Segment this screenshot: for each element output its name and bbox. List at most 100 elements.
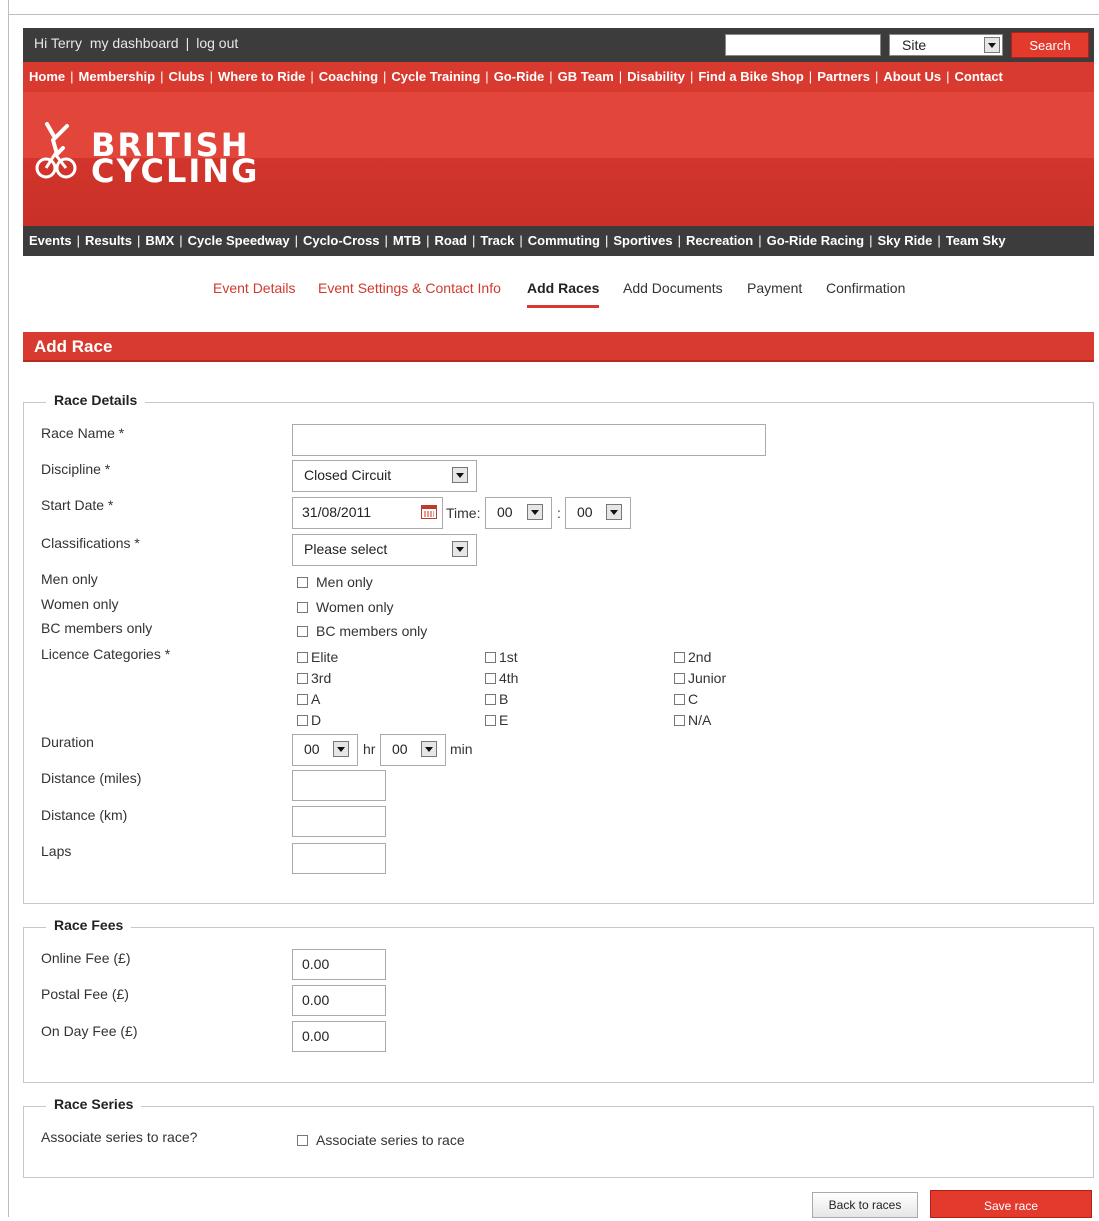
licence-checkbox-3rd[interactable]: 3rd [297, 670, 331, 686]
events-nav-link-cyclo-cross[interactable]: Cyclo-Cross [303, 233, 380, 248]
checkbox-icon [485, 673, 496, 684]
licence-checkbox-elite[interactable]: Elite [297, 649, 338, 665]
checkbox-icon [485, 715, 496, 726]
nav-separator: | [209, 69, 213, 84]
nav-link-go-ride[interactable]: Go-Ride [494, 69, 545, 84]
men-only-checkbox[interactable]: Men only [297, 574, 373, 590]
user-greeting: Hi Terry my dashboard | log out [34, 35, 238, 51]
licence-checkbox-junior[interactable]: Junior [674, 670, 726, 686]
events-nav-link-team-sky[interactable]: Team Sky [946, 233, 1006, 248]
events-nav-link-track[interactable]: Track [480, 233, 514, 248]
time-colon: : [557, 505, 561, 521]
race-series-legend: Race Series [46, 1096, 142, 1112]
step-event-details[interactable]: Event Details [213, 280, 295, 296]
duration-minute-value: 00 [392, 741, 408, 757]
british-cycling-logo[interactable]: BRITISH CYCLING [33, 120, 273, 190]
bc-members-checkbox-label: BC members only [316, 623, 428, 639]
logout-link[interactable]: log out [196, 35, 238, 51]
calendar-icon[interactable] [421, 505, 437, 519]
discipline-select[interactable]: Closed Circuit [292, 460, 477, 492]
checkbox-icon [297, 673, 308, 684]
nav-separator: | [485, 69, 489, 84]
nav-separator: | [758, 233, 762, 248]
licence-checkbox-1st[interactable]: 1st [485, 649, 518, 665]
nav-link-about-us[interactable]: About Us [883, 69, 941, 84]
race-fees-legend: Race Fees [46, 917, 132, 933]
nav-link-find-a-bike-shop[interactable]: Find a Bike Shop [698, 69, 803, 84]
nav-link-gb-team[interactable]: GB Team [558, 69, 614, 84]
nav-link-home[interactable]: Home [29, 69, 65, 84]
nav-link-membership[interactable]: Membership [79, 69, 156, 84]
licence-checkbox-label: 2nd [688, 649, 712, 665]
distance-miles-label: Distance (miles) [41, 770, 142, 786]
licence-checkbox-d[interactable]: D [297, 712, 321, 728]
licence-checkbox-label: Junior [688, 670, 727, 686]
nav-separator: | [383, 69, 387, 84]
distance-km-input[interactable] [292, 806, 386, 837]
brand-banner: BRITISH CYCLING [23, 92, 1094, 226]
online-fee-input[interactable]: 0.00 [292, 949, 386, 980]
licence-checkbox-b[interactable]: B [485, 691, 508, 707]
nav-link-contact[interactable]: Contact [955, 69, 1003, 84]
licence-checkbox-label: E [499, 712, 509, 728]
step-event-settings[interactable]: Event Settings & Contact Info [318, 280, 501, 296]
laps-input[interactable] [292, 843, 386, 874]
add-race-heading: Add Race [23, 332, 1094, 362]
nav-separator: | [937, 233, 941, 248]
events-nav-link-cycle-speedway[interactable]: Cycle Speedway [188, 233, 290, 248]
nav-link-where-to-ride[interactable]: Where to Ride [218, 69, 305, 84]
licence-checkbox-a[interactable]: A [297, 691, 320, 707]
licence-checkbox-label: C [688, 691, 699, 707]
duration-minute-select[interactable]: 00 [380, 734, 446, 766]
events-nav-link-road[interactable]: Road [434, 233, 467, 248]
my-dashboard-link[interactable]: my dashboard [90, 35, 179, 51]
nav-link-partners[interactable]: Partners [817, 69, 870, 84]
hr-unit: hr [363, 741, 376, 757]
nav-separator: | [137, 233, 141, 248]
nav-link-coaching[interactable]: Coaching [319, 69, 378, 84]
save-race-button[interactable]: Save race [930, 1190, 1092, 1218]
postal-fee-input[interactable]: 0.00 [292, 985, 386, 1016]
bc-members-checkbox[interactable]: BC members only [297, 623, 427, 639]
events-nav-link-events[interactable]: Events [29, 233, 72, 248]
licence-checkbox-n-a[interactable]: N/A [674, 712, 711, 728]
licence-checkbox-c[interactable]: C [674, 691, 698, 707]
women-only-checkbox[interactable]: Women only [297, 599, 394, 615]
race-name-input[interactable] [292, 424, 766, 456]
events-nav-link-mtb[interactable]: MTB [393, 233, 421, 248]
events-nav-link-recreation[interactable]: Recreation [686, 233, 753, 248]
nav-separator: | [946, 69, 950, 84]
online-fee-value: 0.00 [302, 956, 330, 972]
chevron-down-icon [984, 37, 1000, 53]
back-to-races-button[interactable]: Back to races [812, 1192, 918, 1218]
licence-checkbox-e[interactable]: E [485, 712, 508, 728]
discipline-label: Discipline * [41, 461, 111, 477]
time-label: Time: [446, 505, 481, 521]
events-nav-link-sportives[interactable]: Sportives [613, 233, 672, 248]
events-nav-link-results[interactable]: Results [85, 233, 132, 248]
licence-checkbox-2nd[interactable]: 2nd [674, 649, 711, 665]
race-details-fieldset: Race Details Race Name * Discipline * Cl… [23, 392, 1094, 904]
associate-series-checkbox[interactable]: Associate series to race [297, 1132, 465, 1148]
onday-fee-input[interactable]: 0.00 [292, 1021, 386, 1052]
duration-hour-select[interactable]: 00 [292, 734, 358, 766]
search-input[interactable] [725, 34, 881, 56]
chevron-down-icon [527, 504, 543, 520]
start-hour-select[interactable]: 00 [485, 497, 552, 529]
licence-checkbox-4th[interactable]: 4th [485, 670, 518, 686]
search-scope-value: Site [902, 37, 927, 53]
chevron-down-icon [452, 467, 468, 483]
nav-link-clubs[interactable]: Clubs [168, 69, 204, 84]
start-minute-value: 00 [577, 504, 593, 520]
classifications-select[interactable]: Please select [292, 534, 477, 566]
events-nav-link-go-ride-racing[interactable]: Go-Ride Racing [767, 233, 865, 248]
nav-link-disability[interactable]: Disability [627, 69, 685, 84]
start-minute-select[interactable]: 00 [565, 497, 631, 529]
distance-miles-input[interactable] [292, 770, 386, 801]
nav-link-cycle-training[interactable]: Cycle Training [391, 69, 480, 84]
events-nav-link-sky-ride[interactable]: Sky Ride [878, 233, 933, 248]
search-scope-select[interactable]: Site [889, 34, 1003, 56]
search-button[interactable]: Search [1011, 32, 1089, 58]
events-nav-link-commuting[interactable]: Commuting [528, 233, 600, 248]
events-nav-link-bmx[interactable]: BMX [145, 233, 174, 248]
